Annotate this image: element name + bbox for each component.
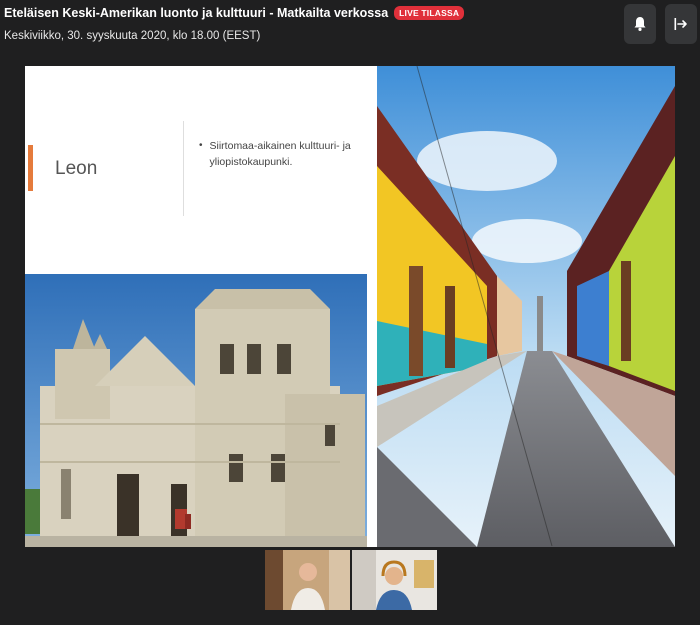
live-badge: LIVE TILASSA bbox=[394, 6, 465, 20]
participant-video-1[interactable] bbox=[265, 550, 350, 610]
participant-strip bbox=[265, 550, 437, 610]
presentation-slide: Leon • Siirtomaa-aikainen kulttuuri- ja … bbox=[25, 66, 675, 547]
colonial-street-photo bbox=[377, 66, 675, 547]
participant-1-thumbnail bbox=[265, 550, 350, 610]
participant-2-thumbnail bbox=[352, 550, 437, 610]
slide-divider bbox=[183, 121, 184, 216]
exit-icon bbox=[674, 18, 687, 30]
cathedral-photo bbox=[25, 274, 367, 547]
bullet-icon: • bbox=[199, 140, 203, 151]
accent-bar bbox=[28, 145, 33, 191]
bullet-text: Siirtomaa-aikainen kulttuuri- ja yliopis… bbox=[209, 140, 351, 169]
bullet-list: • Siirtomaa-aikainen kulttuuri- ja yliop… bbox=[199, 138, 369, 171]
event-datetime: Keskiviikko, 30. syyskuuta 2020, klo 18.… bbox=[4, 30, 261, 42]
leave-button[interactable] bbox=[665, 4, 697, 44]
slide-text-area: Leon • Siirtomaa-aikainen kulttuuri- ja … bbox=[25, 66, 377, 547]
header: Eteläisen Keski-Amerikan luonto ja kultt… bbox=[0, 0, 700, 52]
title-row: Eteläisen Keski-Amerikan luonto ja kultt… bbox=[4, 6, 465, 20]
event-title: Eteläisen Keski-Amerikan luonto ja kultt… bbox=[4, 6, 389, 20]
participant-video-2[interactable] bbox=[352, 550, 437, 610]
slide-heading: Leon bbox=[55, 158, 98, 179]
bell-icon bbox=[634, 17, 646, 31]
notifications-button[interactable] bbox=[624, 4, 656, 44]
